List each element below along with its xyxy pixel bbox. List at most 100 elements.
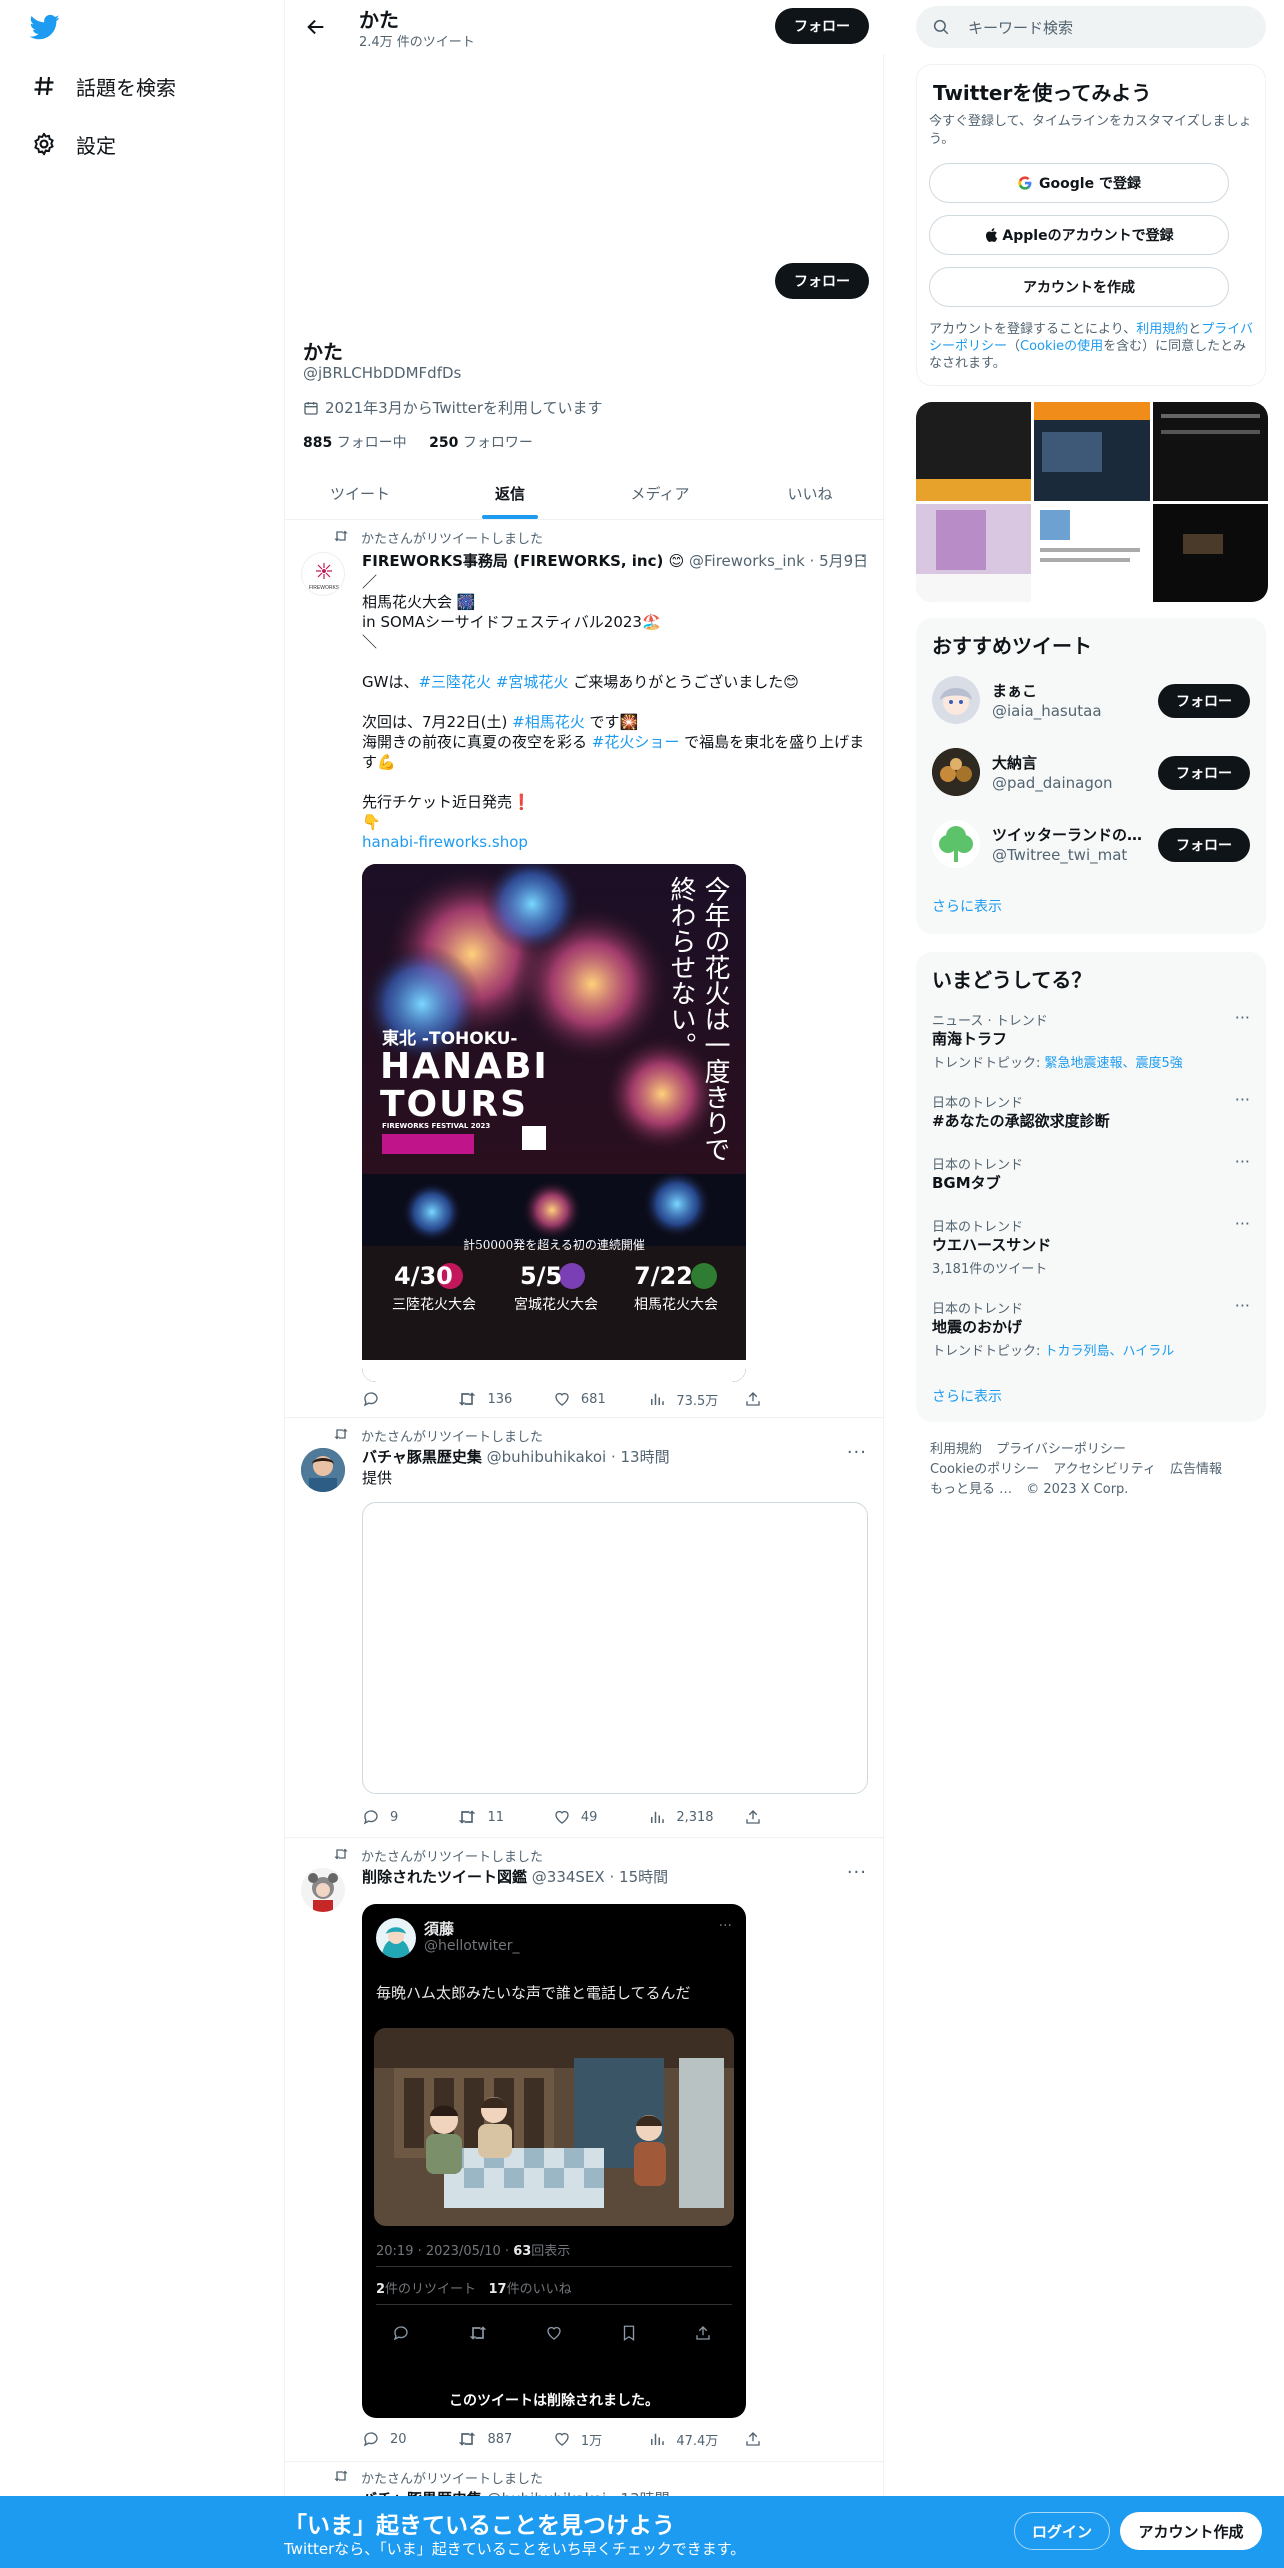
poster-date-1: 4/30 [394,1262,453,1290]
tweet-time[interactable]: 15時間 [619,1868,668,1886]
tab-tweets[interactable]: ツイート [285,468,435,519]
hashtag-link[interactable]: #花火ショー [592,733,680,751]
like-button[interactable]: 681 [553,1388,648,1410]
topbar-follow-button[interactable]: フォロー [775,8,869,44]
more-options-icon[interactable]: ··· [1235,1008,1250,1027]
reply-button[interactable]: 9 [362,1806,457,1828]
tweet-time[interactable]: 13時間 [621,1448,670,1466]
media-thumb[interactable] [1034,402,1150,501]
cookie-link[interactable]: Cookieの使用 [1020,339,1103,354]
views-button[interactable]: 2,318 [648,1806,743,1828]
media-thumb[interactable] [1152,503,1268,602]
nav-explore[interactable]: 話題を検索 [30,66,176,106]
nav-settings[interactable]: 設定 [30,124,116,164]
reply-button[interactable]: 20 [362,2428,457,2450]
media-thumb[interactable] [916,402,1032,501]
terms-text: （ [1007,339,1021,354]
view-count: 47.4万 [676,2433,719,2449]
tweet-author-handle[interactable]: @334SEX [532,1868,605,1886]
more-options-icon[interactable]: ··· [1235,1090,1250,1109]
apple-signup-button[interactable]: Appleのアカウントで登録 [929,215,1229,255]
tweet-author-handle[interactable]: @buhibuhikakoi [487,1448,607,1466]
hashtag-link[interactable]: #相馬花火 [512,713,585,731]
footer-more[interactable]: もっと見る … [930,1482,1012,1497]
google-signup-button[interactable]: Google で登録 [929,163,1229,203]
reply-button[interactable] [362,1388,457,1410]
trends-show-more[interactable]: さらに表示 [932,1386,1002,1406]
more-options-icon[interactable]: ··· [847,546,867,567]
share-button[interactable] [744,1806,782,1828]
trend-name[interactable]: BGMタブ [932,1172,1001,1193]
avatar[interactable] [301,1868,345,1912]
footer-cookie[interactable]: Cookieのポリシー [930,1462,1039,1477]
avatar[interactable] [932,748,980,796]
avatar[interactable] [932,676,980,724]
like-button[interactable]: 49 [553,1806,648,1828]
tweet-item[interactable]: かたさんがリツイートしました バチャ豚黒歴史集 @buhibuhikakoi ·… [285,1418,885,1838]
trend-sub-link[interactable]: トカラ列島、ハイラル [1045,1344,1175,1359]
tweet-image-poster[interactable]: 今年の花火は一度きりで終わらせない。 東北 -TOHOKU- HANABI TO… [362,864,746,1382]
tweet-author-name[interactable]: 削除されたツイート図鑑 [362,1868,527,1886]
create-account-button[interactable]: アカウントを作成 [929,267,1229,307]
trend-name[interactable]: 地震のおかげ [932,1316,1022,1337]
tab-replies[interactable]: 返信 [435,468,585,519]
media-thumb[interactable] [916,503,1032,602]
tweet-media-placeholder[interactable] [362,1502,868,1794]
follow-button[interactable]: フォロー [1158,756,1250,790]
more-options-icon[interactable]: ··· [1235,1214,1250,1233]
trend-sub-link[interactable]: 緊急地震速報、震度5強 [1045,1056,1183,1071]
retweet-button[interactable]: 887 [457,2428,552,2450]
like-button[interactable]: 1万 [553,2428,648,2450]
media-thumb[interactable] [1034,503,1150,602]
tweet-author-handle[interactable]: @Fireworks_ink [689,552,805,570]
twitter-logo-icon[interactable] [28,12,64,44]
more-options-icon[interactable]: ··· [847,1442,867,1463]
media-thumb[interactable] [1152,402,1268,501]
footer-accessibility[interactable]: アクセシビリティ [1053,1462,1156,1477]
avatar[interactable] [932,820,980,868]
hashtag-link[interactable]: #三陸花火 [418,673,491,691]
tab-media[interactable]: メディア [585,468,735,519]
avatar[interactable] [301,1448,345,1492]
more-options-icon[interactable]: ··· [847,1862,867,1883]
profile-follow-button[interactable]: フォロー [775,263,869,299]
tweet-item[interactable]: かたさんがリツイートしました FIREWORKS FIREWORKS事務局 (F… [285,520,885,1418]
following-link[interactable]: 885 フォロー中 [303,435,407,451]
share-button[interactable] [744,1388,782,1410]
retweet-button[interactable]: 136 [457,1388,552,1410]
back-arrow-icon[interactable] [301,12,331,42]
tweet-author-name[interactable]: バチャ豚黒歴史集 [362,1448,482,1466]
follow-button[interactable]: フォロー [1158,828,1250,862]
hashtag-link[interactable]: #宮城花火 [496,673,569,691]
trend-sub-label: トレンドトピック: [932,1344,1045,1359]
more-options-icon[interactable]: ··· [1235,1296,1250,1315]
suggested-user-name[interactable]: まぁこ [992,680,1142,701]
profile-joined: 2021年3月からTwitterを利用しています [303,397,603,418]
follow-button[interactable]: フォロー [1158,684,1250,718]
trend-name[interactable]: #あなたの承認欲求度診断 [932,1110,1110,1131]
views-button[interactable]: 47.4万 [648,2428,743,2450]
footer-privacy[interactable]: プライバシーポリシー [996,1442,1126,1457]
share-button[interactable] [744,2428,782,2450]
search-input[interactable]: キーワード検索 [916,6,1266,48]
trend-name[interactable]: ウエハースサンド [932,1234,1051,1255]
retweet-button[interactable]: 11 [457,1806,552,1828]
tab-likes[interactable]: いいね [735,468,885,519]
footer-ads[interactable]: 広告情報 [1170,1462,1222,1477]
suggested-user-name[interactable]: 大納言 [992,752,1142,773]
footer-terms[interactable]: 利用規約 [930,1442,982,1457]
followers-link[interactable]: 250 フォロワー [429,435,533,451]
terms-link[interactable]: 利用規約 [1136,322,1188,337]
recommend-show-more[interactable]: さらに表示 [932,896,1002,916]
tweet-item[interactable]: かたさんがリツイートしました 削除されたツイート図鑑 @334SEX · 15時… [285,1838,885,2462]
tweet-image-screenshot[interactable]: 須藤 @hellotwiter_ ··· 毎晩ハム太郎みたいな声で誰と電話してる… [362,1904,746,2418]
avatar[interactable]: FIREWORKS [301,552,345,596]
views-button[interactable]: 73.5万 [648,1388,743,1410]
tweet-author-name[interactable]: FIREWORKS事務局 (FIREWORKS, inc) 😊 [362,552,684,570]
signup-button[interactable]: アカウント作成 [1120,2512,1262,2550]
suggested-user-name[interactable]: ツイッターランドの… [992,824,1142,845]
tweet-link[interactable]: hanabi-fireworks.shop [362,833,528,851]
trend-name[interactable]: 南海トラフ [932,1028,1007,1049]
more-options-icon[interactable]: ··· [1235,1152,1250,1171]
login-button[interactable]: ログイン [1014,2512,1110,2550]
